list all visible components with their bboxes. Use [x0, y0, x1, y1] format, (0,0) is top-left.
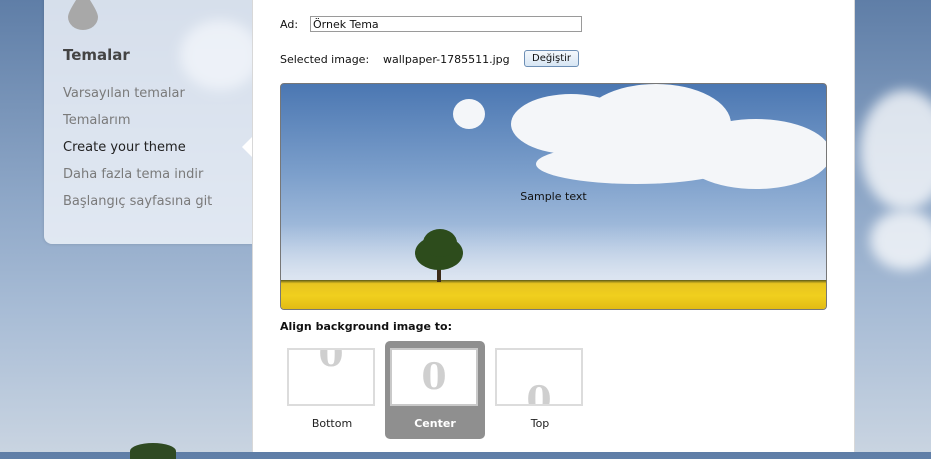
align-option-bottom[interactable]: 0 Bottom [282, 341, 382, 439]
selected-image-filename: wallpaper-1785511.jpg [383, 53, 510, 66]
name-label: Ad: [280, 18, 299, 31]
align-thumbnail: 0 [390, 348, 478, 406]
theme-name-input[interactable] [310, 16, 582, 32]
sidebar-item-create-theme[interactable]: Create your theme [63, 139, 212, 166]
align-option-label: Bottom [311, 417, 353, 430]
align-option-center[interactable]: 0 Center [385, 341, 485, 439]
align-thumbnail: 0 [287, 348, 375, 406]
align-thumbnail: 0 [495, 348, 583, 406]
sidebar-item-my-themes[interactable]: Temalarım [63, 112, 212, 139]
background-cloud [860, 90, 931, 210]
align-option-label: Center [414, 417, 456, 430]
drop-icon [68, 0, 98, 30]
align-option-label: Top [530, 417, 550, 430]
theme-editor-panel: Ad: Selected image: wallpaper-1785511.jp… [252, 0, 855, 452]
background-cloud [870, 210, 931, 270]
sidebar-nav: Varsayılan temalar Temalarım Create your… [63, 85, 212, 220]
selected-image-label: Selected image: [280, 53, 370, 66]
active-item-pointer [242, 137, 252, 157]
sidebar-item-go-to-start-page[interactable]: Başlangıç sayfasına git [63, 193, 212, 220]
sidebar: Temalar Varsayılan temalar Temalarım Cre… [44, 0, 252, 244]
sidebar-title: Temalar [63, 46, 130, 64]
align-option-top[interactable]: 0 Top [490, 341, 590, 439]
sidebar-item-default-themes[interactable]: Varsayılan temalar [63, 85, 212, 112]
background-tree [130, 443, 176, 459]
sample-text: Sample text [520, 190, 587, 203]
background-preview: Sample text [280, 83, 827, 310]
sidebar-item-download-themes[interactable]: Daha fazla tema indir [63, 166, 212, 193]
align-title: Align background image to: [280, 320, 452, 333]
change-image-button[interactable]: Değiştir [524, 50, 579, 67]
